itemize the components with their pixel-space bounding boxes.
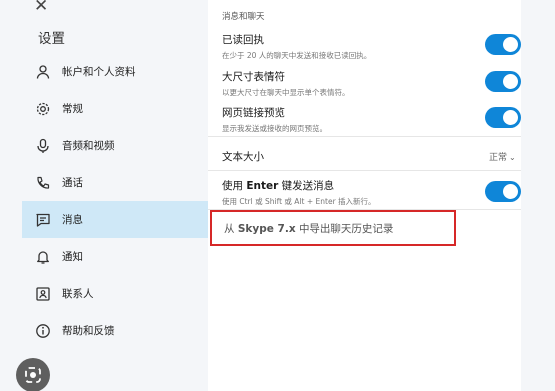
sidebar-item-audio-video[interactable]: 音频和视频 xyxy=(22,127,208,164)
settings-nav: 帐户和个人资料 常规 音频和视频 通话 消息 通知 联系人 帮助和反馈 xyxy=(22,53,208,349)
setting-title: 使用 Enter 键发送消息 xyxy=(222,178,522,193)
sidebar-item-help[interactable]: 帮助和反馈 xyxy=(22,312,208,349)
info-icon xyxy=(32,320,54,342)
messages-settings-panel: 消息和聊天 已读回执 在少于 20 人的聊天中发送和接收已读回执。 大尺寸表情符… xyxy=(208,0,521,391)
text-size-setting: 文本大小 xyxy=(222,149,522,164)
export-suffix: 中导出聊天历史记录 xyxy=(298,223,394,235)
settings-title: 设置 xyxy=(38,31,65,47)
setting-title-suffix: 键发送消息 xyxy=(281,180,335,192)
image-search-icon[interactable] xyxy=(16,358,50,391)
sidebar-item-label: 联系人 xyxy=(62,288,94,300)
setting-title: 已读回执 xyxy=(222,34,264,46)
link-preview-toggle[interactable] xyxy=(485,107,521,128)
sidebar-item-label: 通话 xyxy=(62,177,83,189)
setting-title-key: Enter xyxy=(246,180,279,192)
setting-description: 显示我发送或接收的网页预览。 xyxy=(222,124,327,133)
text-size-dropdown[interactable]: 正常 ⌄ xyxy=(489,150,516,163)
gear-icon xyxy=(32,98,54,120)
setting-title: 大尺寸表情符 xyxy=(222,71,285,83)
person-icon xyxy=(32,61,54,83)
sidebar-item-label: 消息 xyxy=(62,214,83,226)
section-label: 消息和聊天 xyxy=(222,12,265,22)
large-emoji-setting: 大尺寸表情符 以更大尺寸在聊天中显示单个表情符。 xyxy=(222,69,522,98)
divider xyxy=(208,170,521,171)
sidebar-item-label: 帮助和反馈 xyxy=(62,325,115,337)
settings-sidebar: ✕ 设置 帐户和个人资料 常规 音频和视频 通话 消息 通知 联系人 帮助和反馈 xyxy=(0,0,208,391)
setting-title: 网页链接预览 xyxy=(222,107,285,119)
sidebar-item-messages[interactable]: 消息 xyxy=(22,201,208,238)
sidebar-item-label: 通知 xyxy=(62,251,83,263)
read-receipts-setting: 已读回执 在少于 20 人的聊天中发送和接收已读回执。 xyxy=(222,32,522,61)
export-prefix: 从 xyxy=(224,223,235,235)
close-icon[interactable]: ✕ xyxy=(34,0,52,15)
export-product: Skype 7.x xyxy=(237,223,296,235)
bell-icon xyxy=(32,246,54,268)
sidebar-item-contacts[interactable]: 联系人 xyxy=(22,275,208,312)
text-size-value: 正常 xyxy=(489,153,508,163)
contact-card-icon xyxy=(32,283,54,305)
background-strip xyxy=(521,0,555,391)
microphone-icon xyxy=(32,135,54,157)
link-preview-setting: 网页链接预览 显示我发送或接收的网页预览。 xyxy=(222,105,522,134)
sidebar-item-calls[interactable]: 通话 xyxy=(22,164,208,201)
large-emoji-toggle[interactable] xyxy=(485,71,521,92)
setting-description: 使用 Ctrl 或 Shift 或 Alt + Enter 插入新行。 xyxy=(222,197,376,206)
sidebar-item-label: 常规 xyxy=(62,103,83,115)
sidebar-item-label: 音频和视频 xyxy=(62,140,115,152)
export-chat-history-link[interactable]: 从 Skype 7.x 中导出聊天历史记录 xyxy=(224,221,393,236)
chevron-down-icon: ⌄ xyxy=(509,153,516,162)
phone-icon xyxy=(32,172,54,194)
setting-title-prefix: 使用 xyxy=(222,180,243,192)
sidebar-item-general[interactable]: 常规 xyxy=(22,90,208,127)
enter-send-setting: 使用 Enter 键发送消息 使用 Ctrl 或 Shift 或 Alt + E… xyxy=(222,178,522,207)
divider xyxy=(208,136,521,137)
setting-description: 在少于 20 人的聊天中发送和接收已读回执。 xyxy=(222,51,372,60)
setting-description: 以更大尺寸在聊天中显示单个表情符。 xyxy=(222,88,350,97)
message-icon xyxy=(32,209,54,231)
enter-send-toggle[interactable] xyxy=(485,181,521,202)
sidebar-item-label: 帐户和个人资料 xyxy=(62,66,136,78)
sidebar-item-account[interactable]: 帐户和个人资料 xyxy=(22,53,208,90)
export-highlight-box: 从 Skype 7.x 中导出聊天历史记录 xyxy=(210,210,456,246)
text-size-label: 文本大小 xyxy=(222,151,264,163)
read-receipts-toggle[interactable] xyxy=(485,34,521,55)
sidebar-item-notifications[interactable]: 通知 xyxy=(22,238,208,275)
